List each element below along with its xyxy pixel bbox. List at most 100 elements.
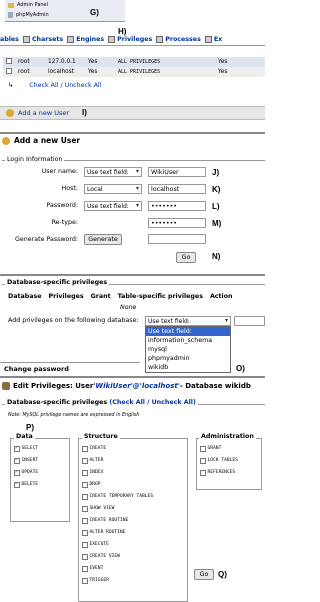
privilege-checkbox[interactable] xyxy=(200,446,206,452)
privilege-checkbox[interactable] xyxy=(82,566,88,572)
privilege-checkbox-row[interactable]: INDEX xyxy=(82,470,103,476)
dropdown-option[interactable]: information_schema xyxy=(146,336,230,345)
privilege-checkbox-row[interactable]: GRANT xyxy=(200,446,221,452)
privilege-checkbox-row[interactable]: DELETE xyxy=(14,481,39,488)
check-all-link[interactable]: (Check All / Uncheck All) xyxy=(109,399,196,406)
retype-input[interactable]: ••••••• xyxy=(148,218,206,228)
row-checkbox[interactable] xyxy=(6,68,12,74)
privilege-checkbox[interactable] xyxy=(82,446,88,452)
step-label-i: I) xyxy=(82,108,87,117)
privilege-checkbox[interactable] xyxy=(82,506,88,512)
privilege-checkbox-row[interactable]: CREATE VIEW xyxy=(82,554,120,560)
privilege-checkbox[interactable] xyxy=(82,518,88,524)
privilege-checkbox[interactable] xyxy=(200,458,206,464)
add-user-link[interactable]: Add a new User xyxy=(18,109,69,117)
privilege-label: EXECUTE xyxy=(89,542,109,548)
privilege-checkbox-row[interactable]: CREATE xyxy=(82,446,106,452)
add-user-bar: Add a new User xyxy=(0,106,265,120)
privilege-checkbox[interactable] xyxy=(82,470,88,476)
database-select[interactable]: Use text field: xyxy=(145,316,231,326)
privilege-label: DELETE xyxy=(21,482,39,488)
privilege-checkbox-row[interactable]: SHOW VIEW xyxy=(82,506,114,512)
users-table: root 127.0.0.1 Yes ALL PRIVILEGES Yes ro… xyxy=(3,57,265,77)
password-cell: Yes xyxy=(88,59,98,65)
dropdown-option[interactable]: mysql xyxy=(146,345,230,354)
privilege-checkbox[interactable] xyxy=(14,445,20,452)
privilege-checkbox[interactable] xyxy=(14,457,20,464)
tab-charsets[interactable]: Charsets xyxy=(22,35,63,43)
host-input[interactable]: localhost xyxy=(148,184,206,194)
privilege-checkbox-row[interactable]: EVENT xyxy=(82,566,103,572)
host-select[interactable]: Local xyxy=(84,184,142,194)
host-cell: localhost xyxy=(48,69,75,75)
privilege-label: DROP xyxy=(89,482,101,488)
password-select[interactable]: Use text field: xyxy=(84,201,142,211)
export-icon xyxy=(204,35,212,43)
change-password-heading: Change password xyxy=(4,365,69,373)
privilege-checkbox[interactable] xyxy=(14,481,20,488)
database-dropdown-list: Use text field: information_schema mysql… xyxy=(145,326,231,373)
privilege-checkbox[interactable] xyxy=(82,482,88,488)
go-button[interactable]: Go xyxy=(194,569,214,580)
privilege-checkbox-row[interactable]: LOCK TABLES xyxy=(200,458,238,464)
privilege-checkbox-row[interactable]: INSERT xyxy=(14,457,39,464)
privilege-checkbox-row[interactable]: UPDATE xyxy=(14,469,38,476)
server-privileges-panel: Admin Panel phpMyAdmin G) ables Charsets… xyxy=(0,0,265,130)
table-row: root localhost Yes ALL PRIVILEGES Yes xyxy=(3,67,265,77)
fieldset-legend: Database-specific privileges (Check All … xyxy=(5,399,198,406)
dropdown-option[interactable]: phpmyadmin xyxy=(146,354,230,363)
user-link[interactable]: 'WikiUser'@'localhost' xyxy=(93,382,180,390)
privilege-label: CREATE TEMPORARY TABLES xyxy=(89,494,154,500)
tab-export[interactable]: Ex xyxy=(204,35,222,43)
user-edit-icon xyxy=(2,382,10,390)
password-input[interactable]: ••••••• xyxy=(148,201,206,211)
dropdown-option[interactable]: wikidb xyxy=(146,363,230,372)
privilege-checkbox-row[interactable]: DROP xyxy=(82,482,101,488)
processes-icon xyxy=(156,35,164,43)
privilege-checkbox[interactable] xyxy=(200,470,206,476)
table-row: root 127.0.0.1 Yes ALL PRIVILEGES Yes xyxy=(3,57,265,67)
tab-privileges[interactable]: Privileges xyxy=(108,35,152,43)
nav-item-phpmyadmin[interactable]: phpMyAdmin xyxy=(5,10,125,20)
privilege-label: INSERT xyxy=(21,458,39,464)
password-cell: Yes xyxy=(88,69,98,75)
privilege-checkbox[interactable] xyxy=(82,542,88,548)
note-text: Note: MySQL privilege names are expresse… xyxy=(8,413,140,418)
privilege-checkbox-row[interactable]: EXECUTE xyxy=(82,542,109,548)
check-all-link[interactable]: Check All / Uncheck All xyxy=(29,82,101,89)
privilege-checkbox[interactable] xyxy=(82,578,88,584)
privilege-checkbox[interactable] xyxy=(14,469,20,476)
privilege-checkbox-row[interactable]: ALTER ROUTINE xyxy=(82,530,125,536)
nav-item-admin-panel[interactable]: Admin Panel xyxy=(5,0,125,10)
privilege-checkbox[interactable] xyxy=(82,494,88,500)
fieldset-legend: Database-specific privileges xyxy=(5,279,110,286)
tab-engines[interactable]: Engines xyxy=(67,35,104,43)
dropdown-option[interactable]: Use text field: xyxy=(146,327,230,336)
privilege-checkbox-row[interactable]: REFERENCES xyxy=(200,470,235,476)
generate-button[interactable]: Generate xyxy=(84,234,122,245)
generated-password-field[interactable] xyxy=(148,234,206,244)
privilege-checkbox-row[interactable]: CREATE TEMPORARY TABLES xyxy=(82,494,153,500)
privilege-checkbox-row[interactable]: CREATE ROUTINE xyxy=(82,518,128,524)
page-title: Add a new User xyxy=(2,136,80,145)
go-button[interactable]: Go xyxy=(176,252,196,263)
privilege-checkbox-row[interactable]: TRIGGER xyxy=(82,578,109,584)
privilege-checkbox-row[interactable]: ALTER xyxy=(82,458,103,464)
privilege-label: SHOW VIEW xyxy=(89,506,115,512)
row-checkbox[interactable] xyxy=(6,58,12,64)
privileges-icon xyxy=(108,35,116,43)
user-name-select[interactable]: Use text field: xyxy=(84,167,142,177)
user-name-input[interactable]: WikiUser xyxy=(148,167,206,177)
tab-tables[interactable]: ables xyxy=(0,36,19,43)
tab-processes[interactable]: Processes xyxy=(156,35,201,43)
privilege-checkbox-row[interactable]: SELECT xyxy=(14,445,38,452)
privilege-checkbox[interactable] xyxy=(82,458,88,464)
none-text: None xyxy=(120,304,137,311)
privilege-label: TRIGGER xyxy=(89,578,109,584)
privilege-checkbox[interactable] xyxy=(82,530,88,536)
privilege-checkbox[interactable] xyxy=(82,554,88,560)
database-input[interactable] xyxy=(234,316,265,326)
step-label-l: L) xyxy=(212,202,220,211)
add-privileges-label: Add privileges on the following database… xyxy=(8,317,139,324)
generate-password-label: Generate Password: xyxy=(15,236,78,243)
